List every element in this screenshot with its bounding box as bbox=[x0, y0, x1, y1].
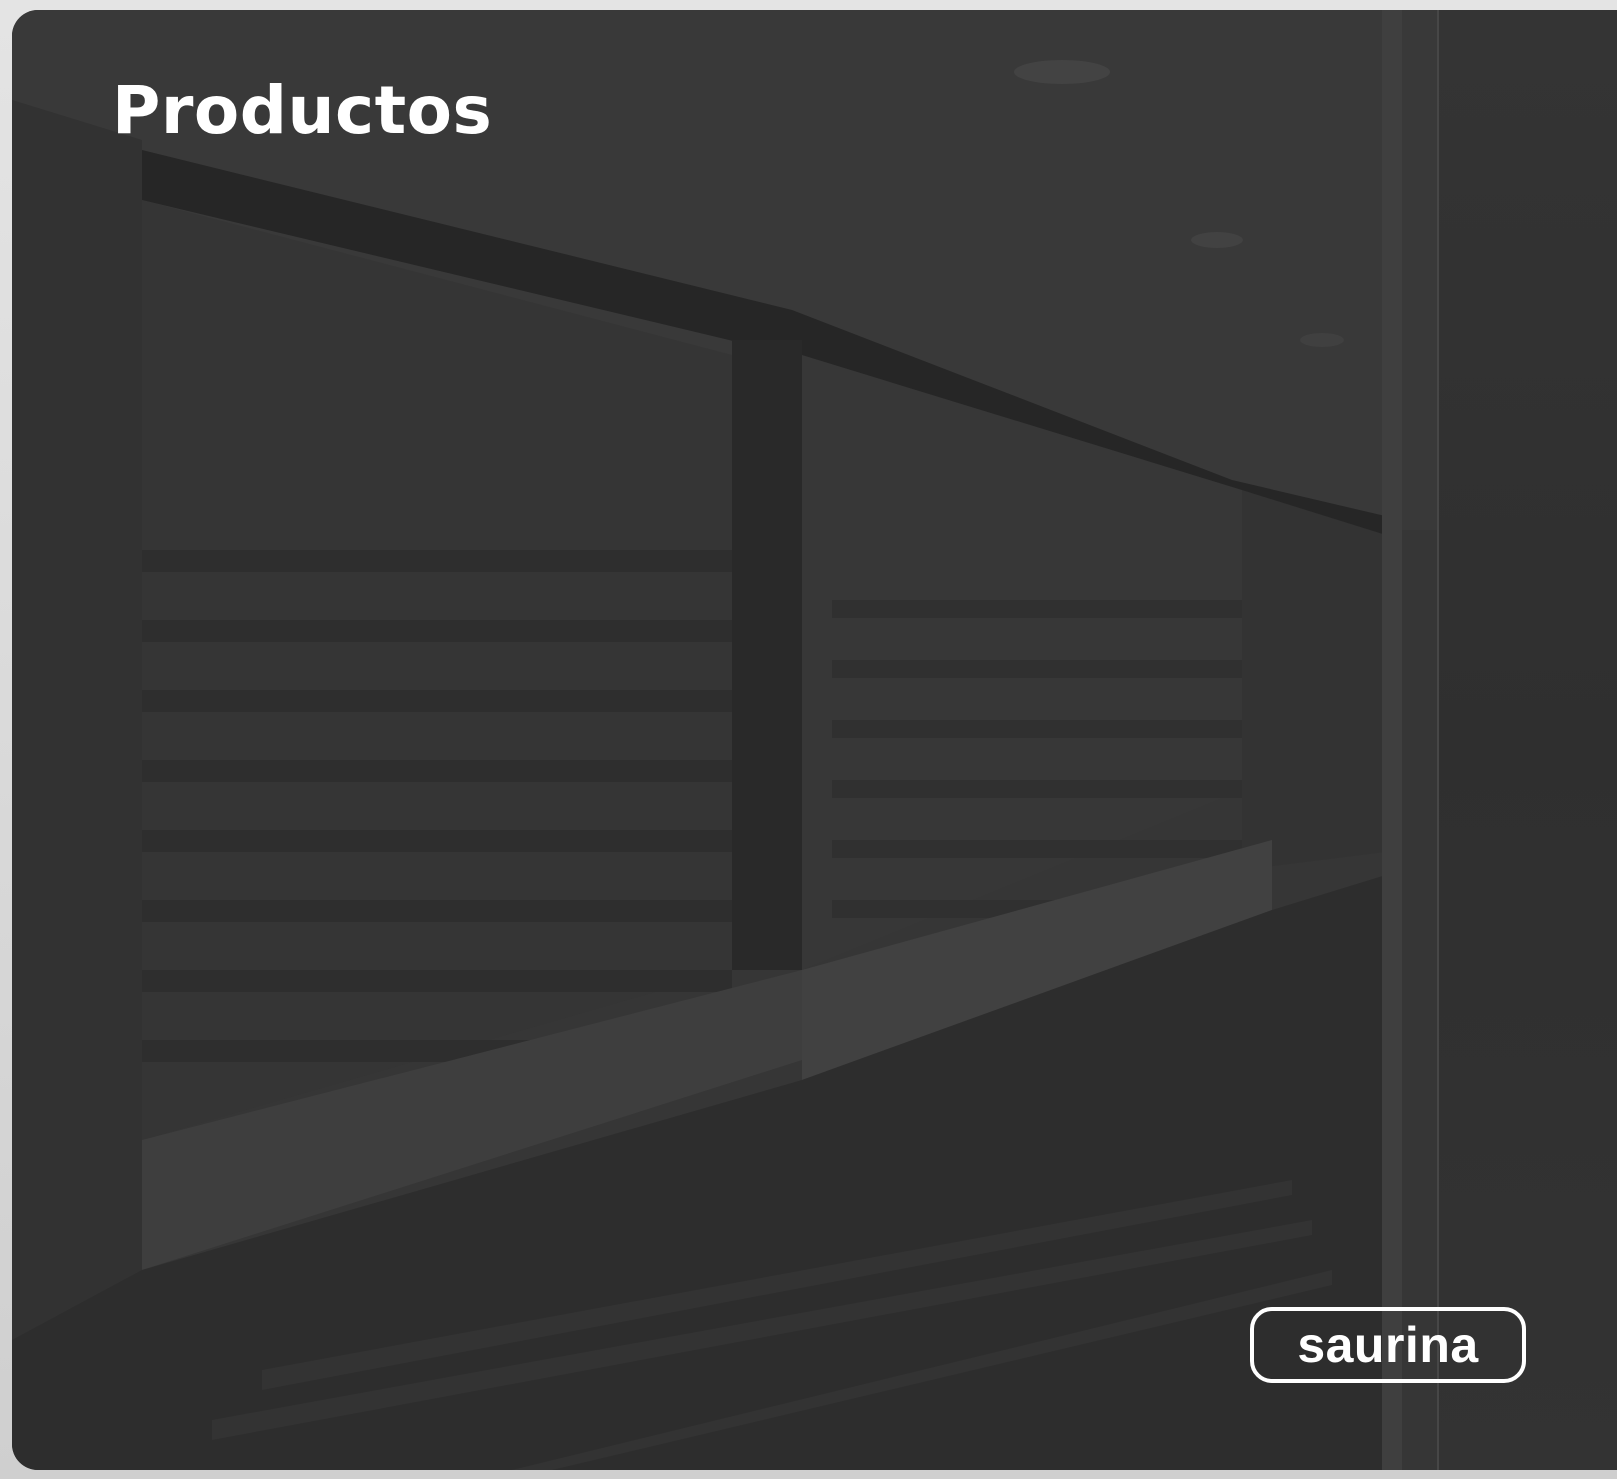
products-card[interactable]: Productos saurina bbox=[12, 10, 1617, 1470]
image-overlay bbox=[12, 10, 1617, 1470]
saurina-brand-badge[interactable]: saurina bbox=[1250, 1307, 1526, 1383]
card-title: Productos bbox=[112, 72, 493, 149]
adjacent-card-edge bbox=[1437, 10, 1617, 1470]
page: Productos saurina bbox=[0, 0, 1617, 1479]
